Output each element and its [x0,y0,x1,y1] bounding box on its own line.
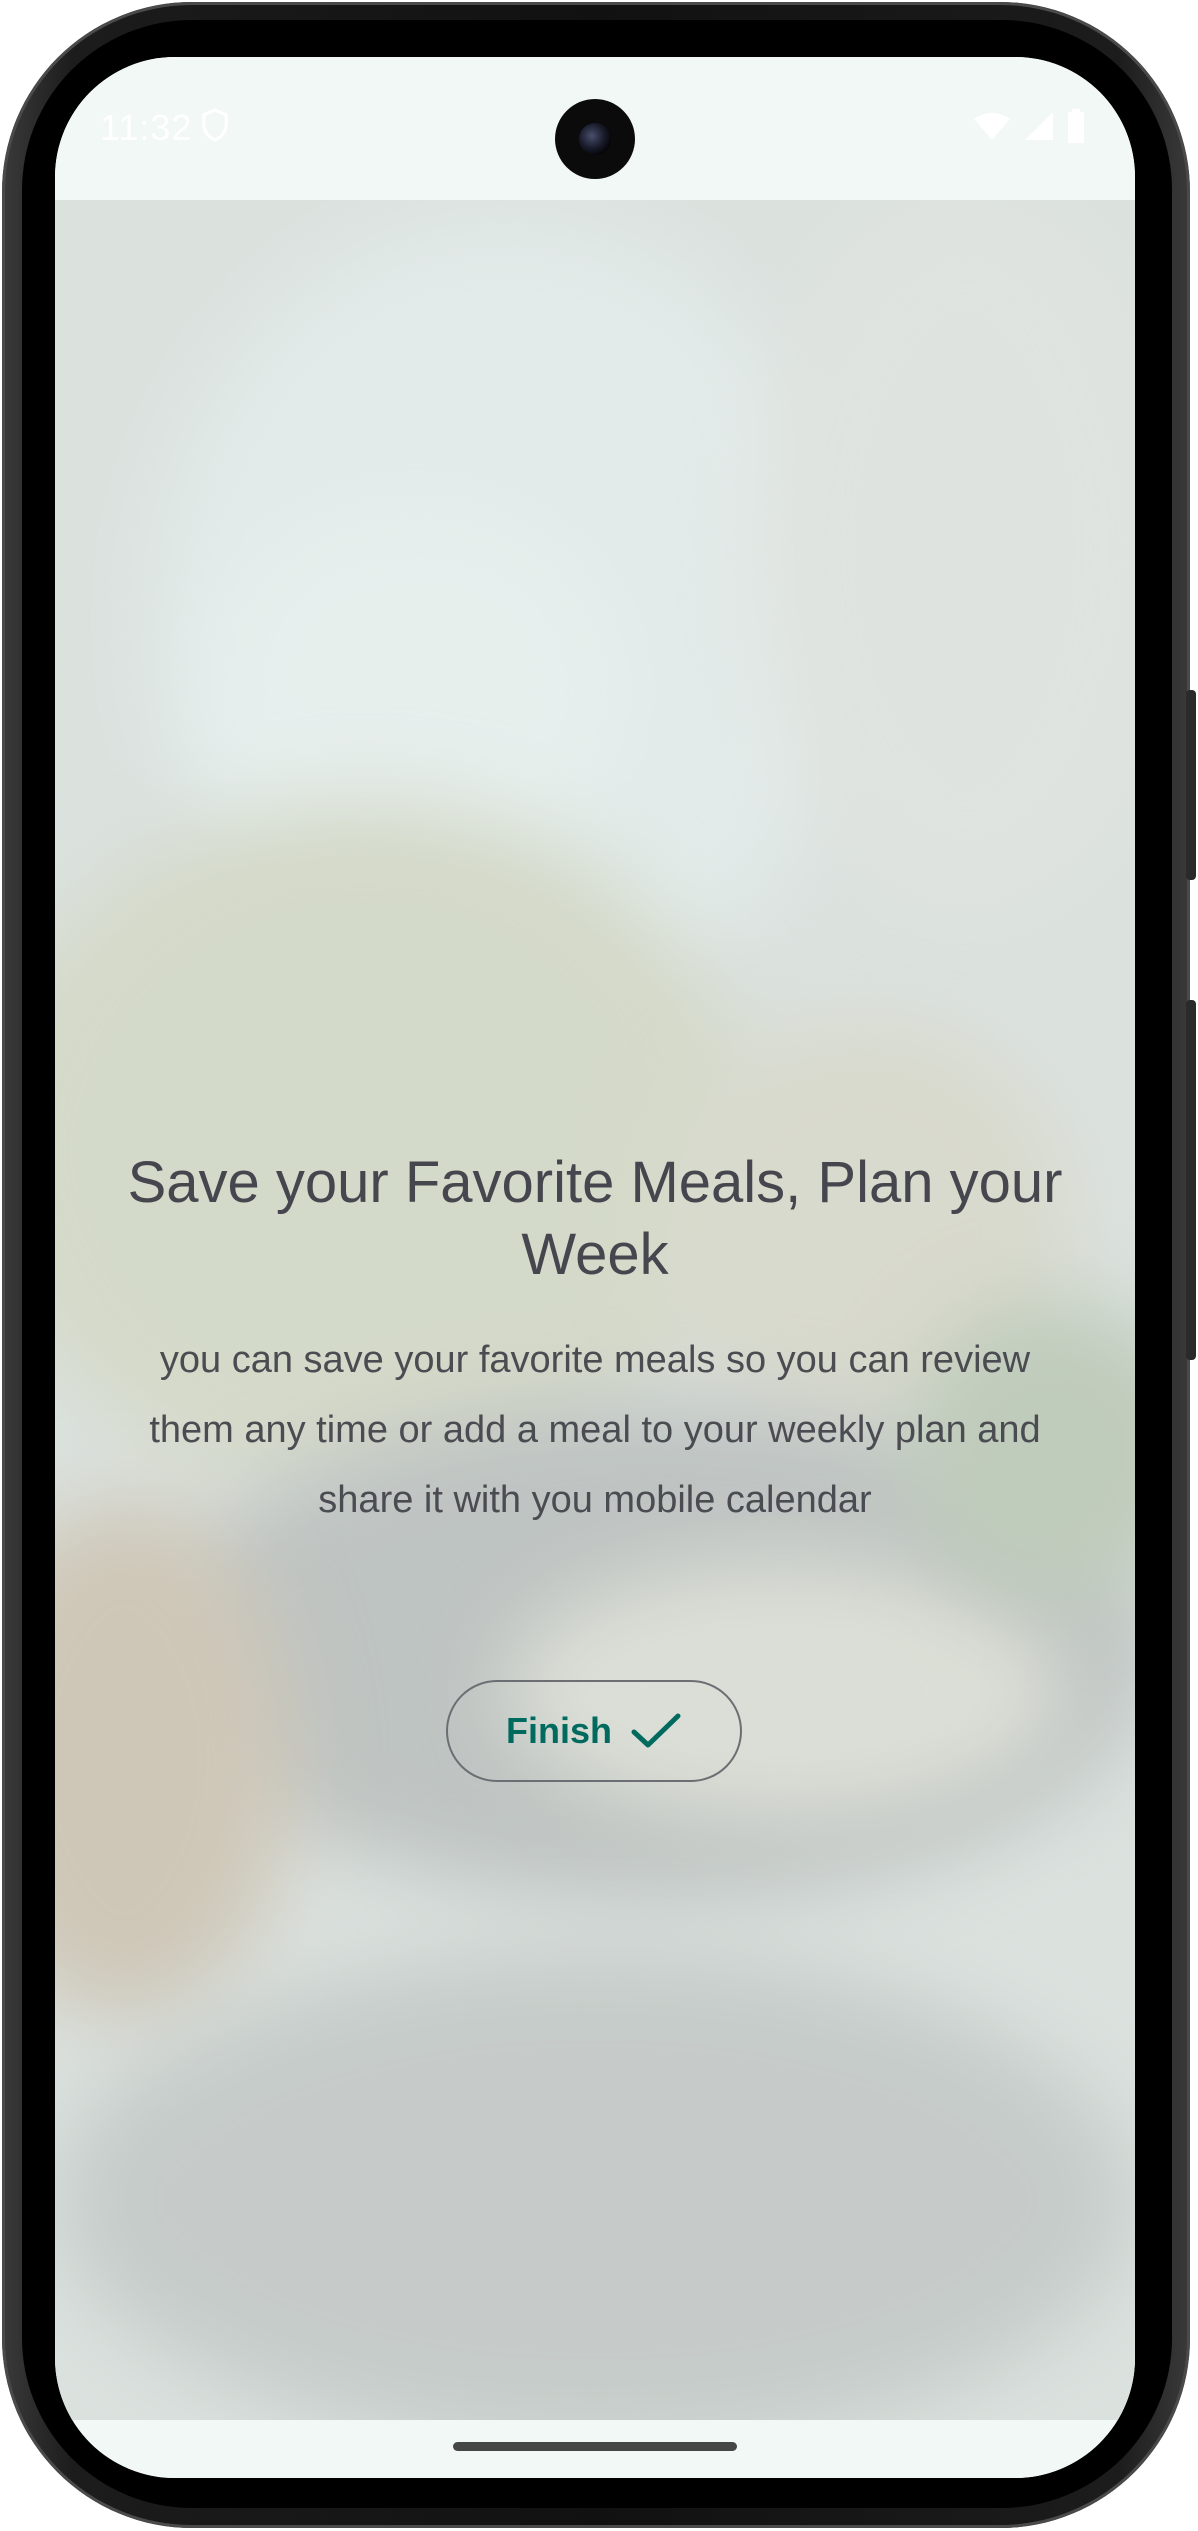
front-camera [555,99,635,179]
volume-button [1186,1000,1196,1360]
battery-icon [1068,109,1084,143]
phone-device: 11:32 Save your Favorite Meals, Plan you… [0,0,1198,2531]
check-icon [631,1713,681,1748]
onboarding-content: Save your Favorite Meals, Plan your Week… [55,1147,1135,1535]
finish-button-label: Finish [506,1710,612,1751]
status-icons [973,109,1085,143]
app-screen: 11:32 Save your Favorite Meals, Plan you… [55,57,1135,2478]
power-button [1186,690,1196,880]
signal-icon [1025,112,1053,140]
shield-icon [202,108,228,142]
home-indicator[interactable] [453,2442,737,2451]
wifi-icon [974,113,1010,140]
finish-button[interactable]: Finish [446,1680,742,1782]
status-time: 11:32 [100,107,193,148]
onboarding-title: Save your Favorite Meals, Plan your Week [127,1150,1063,1287]
onboarding-description: you can save your favorite meals so you … [149,1339,1041,1521]
